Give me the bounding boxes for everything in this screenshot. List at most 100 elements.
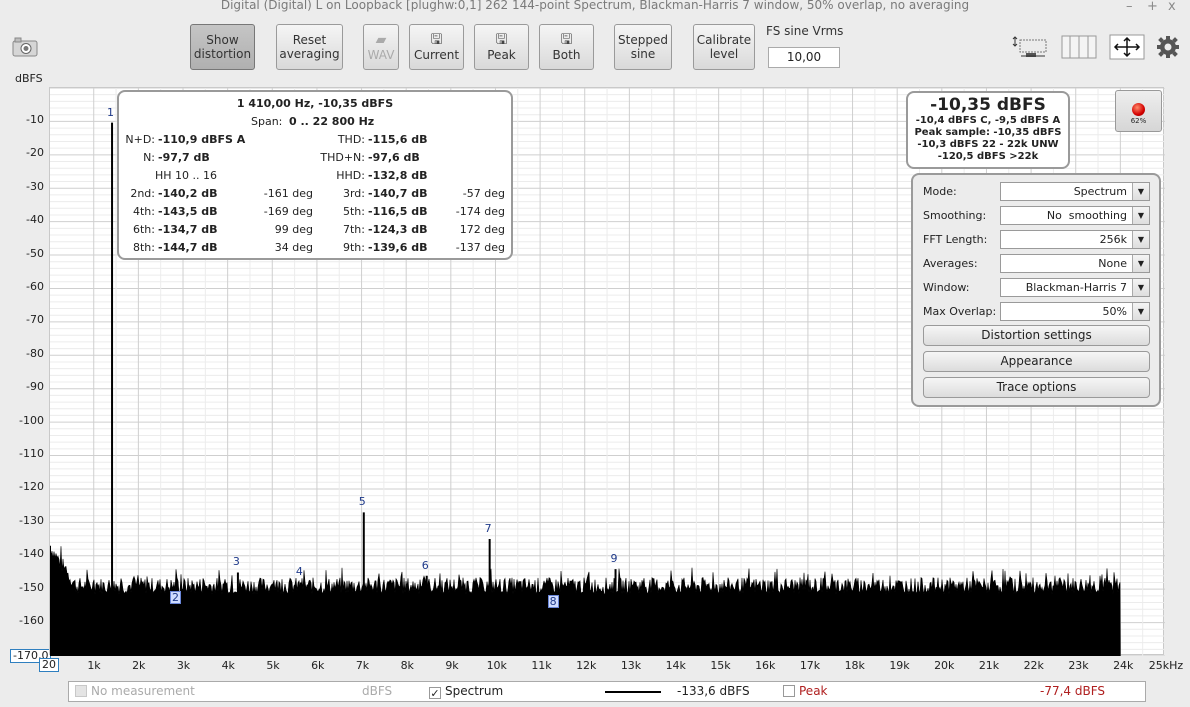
gear-icon[interactable]	[1156, 35, 1180, 59]
x-tick-label: 18k	[844, 659, 865, 672]
distortion-settings-button[interactable]: Distortion settings	[923, 325, 1150, 346]
y-tick-label: -60	[26, 280, 44, 293]
distortion-l2-cell: 5th:	[343, 205, 365, 218]
calibrate-level-button[interactable]: Calibrate level	[693, 24, 755, 70]
y-tick-label: -70	[26, 313, 44, 327]
level-led[interactable]: 62%	[1115, 90, 1162, 132]
y-tick-label: -150	[19, 580, 44, 594]
distortion-l1-cell: 2nd:	[130, 187, 155, 200]
x-tick-label: 23k	[1068, 659, 1089, 672]
close-icon[interactable]: x	[1168, 0, 1176, 18]
x-tick-label: 11k	[531, 659, 552, 672]
x-tick-label: 20k	[934, 659, 955, 672]
save-icon: 🖫	[495, 32, 508, 48]
y-tick-label: -140	[19, 547, 44, 561]
chevron-down-icon: ▼	[1132, 231, 1149, 248]
level-main: -10,35 dBFS	[930, 95, 1046, 115]
x-tick-label: 6k	[311, 659, 325, 672]
y-tick-label: -110	[19, 447, 44, 460]
window-titlebar: Digital (Digital) L on Loopback [plughw:…	[0, 0, 1190, 20]
measurement-unit: dBFS	[362, 684, 393, 698]
window-label: Window:	[923, 281, 970, 294]
harmonic-marker-label: 5	[358, 495, 366, 509]
spectrum-trace-swatch	[605, 691, 661, 693]
stepped-sine-button[interactable]: Stepped sine	[614, 24, 672, 70]
harmonic-marker-label: 9	[610, 552, 618, 566]
x-tick-label: 13k	[620, 659, 642, 672]
pan-arrows-icon[interactable]	[1109, 34, 1145, 60]
fft-length-label: FFT Length:	[923, 233, 988, 246]
fft-length-select[interactable]: 256k ▼	[1000, 230, 1150, 249]
harmonic-marker-label: 4	[295, 565, 303, 579]
harmonic-marker-label: 1	[107, 105, 115, 119]
maximize-icon[interactable]: +	[1147, 0, 1158, 18]
spectrum-value: -133,6 dBFS	[677, 684, 750, 698]
trace-options-button[interactable]: Trace options	[923, 377, 1150, 398]
peak-checkbox[interactable]: Peak	[783, 684, 828, 698]
peak-value: -77,4 dBFS	[1040, 684, 1106, 698]
mode-select[interactable]: Spectrum ▼	[1000, 182, 1150, 201]
zoom-to-fit-icon[interactable]	[1012, 34, 1050, 60]
save-icon: 🖫	[560, 32, 573, 48]
spectrum-checkbox[interactable]: ✓ Spectrum	[429, 684, 503, 699]
save-current-button[interactable]: 🖫 Current	[409, 24, 464, 70]
level-line: -10,3 dBFS 22 - 22k UNW	[917, 139, 1059, 150]
distortion-d2-cell: -137 deg	[455, 241, 505, 254]
columns-icon[interactable]	[1061, 35, 1097, 59]
x-tick-label: 10k	[486, 659, 507, 672]
led-indicator-icon	[1132, 103, 1145, 116]
camera-icon[interactable]	[12, 37, 38, 57]
wav-button[interactable]: ▰ WAV	[363, 24, 399, 70]
distortion-l1-cell: 4th:	[133, 205, 155, 218]
harmonic-marker-label: 7	[484, 522, 492, 536]
appearance-button[interactable]: Appearance	[923, 351, 1150, 372]
y-tick-label: -10	[26, 113, 44, 126]
averages-select[interactable]: None ▼	[1000, 254, 1150, 273]
x-tick-label: 16k	[755, 659, 776, 672]
x-tick-label: 24k	[1113, 659, 1134, 672]
x-tick-label: 15k	[710, 659, 731, 672]
status-bar: No measurement dBFS ✓ Spectrum -133,6 dBF…	[68, 681, 1146, 702]
x-tick-label: 25kHz	[1148, 659, 1184, 672]
y-tick-label: -100	[19, 413, 44, 427]
reset-averaging-button[interactable]: Reset averaging	[276, 24, 343, 70]
level-line: Peak sample: -10,35 dBFS	[914, 127, 1062, 138]
smoothing-label: Smoothing:	[923, 209, 987, 222]
smoothing-select[interactable]: No smoothing ▼	[1000, 206, 1150, 225]
level-readout: -10,35 dBFS -10,4 dBFS C, -9,5 dBFS A Pe…	[906, 91, 1070, 169]
x-tick-label: 22k	[1023, 659, 1044, 672]
distortion-d2-cell: 172 deg	[459, 223, 505, 236]
distortion-v2-cell: -115,6 dB	[368, 133, 428, 146]
minimize-icon[interactable]: –	[1126, 0, 1133, 18]
fs-sine-input[interactable]: 10,00	[768, 47, 840, 68]
x-tick-label: 2k	[132, 659, 146, 672]
mode-label: Mode:	[923, 185, 957, 198]
x-tick-label: 3k	[176, 659, 191, 672]
x-min-value[interactable]: 20	[39, 658, 59, 672]
y-tick-label: -90	[26, 380, 44, 394]
distortion-l2-cell: THD+N:	[320, 151, 365, 164]
fs-sine-label: FS sine Vrms	[766, 24, 844, 38]
show-distortion-button[interactable]: Show distortion	[190, 24, 255, 70]
check-icon: ✓	[429, 687, 441, 700]
no-measurement-checkbox[interactable]: No measurement	[75, 684, 195, 698]
chevron-down-icon: ▼	[1132, 255, 1149, 272]
level-line: -120,5 dBFS >22k	[937, 151, 1039, 162]
led-percent: 62%	[1130, 117, 1147, 125]
x-tick-label: 12k	[576, 659, 597, 672]
window-select[interactable]: Blackman-Harris 7 ▼	[1000, 278, 1150, 297]
save-peak-button[interactable]: 🖫 Peak	[474, 24, 529, 70]
distortion-v2-cell: -132,8 dB	[368, 169, 428, 182]
x-tick-label: 19k	[889, 659, 910, 672]
x-tick-label: 7k	[355, 659, 370, 672]
harmonic-marker-label: 2	[169, 591, 181, 605]
window-title: Digital (Digital) L on Loopback [plughw:…	[220, 0, 970, 12]
x-tick-label: 9k	[445, 659, 459, 672]
max-overlap-select[interactable]: 50% ▼	[1000, 302, 1150, 321]
distortion-l1-cell: 8th:	[133, 241, 155, 254]
distortion-l2-cell: HHD:	[336, 169, 365, 182]
x-tick-label: 14k	[665, 659, 686, 672]
settings-panel: Mode: Spectrum ▼ Smoothing: No smoothing ▼…	[911, 173, 1161, 407]
span-value: 0 .. 22 800 Hz	[289, 115, 375, 128]
save-both-button[interactable]: 🖫 Both	[539, 24, 594, 70]
